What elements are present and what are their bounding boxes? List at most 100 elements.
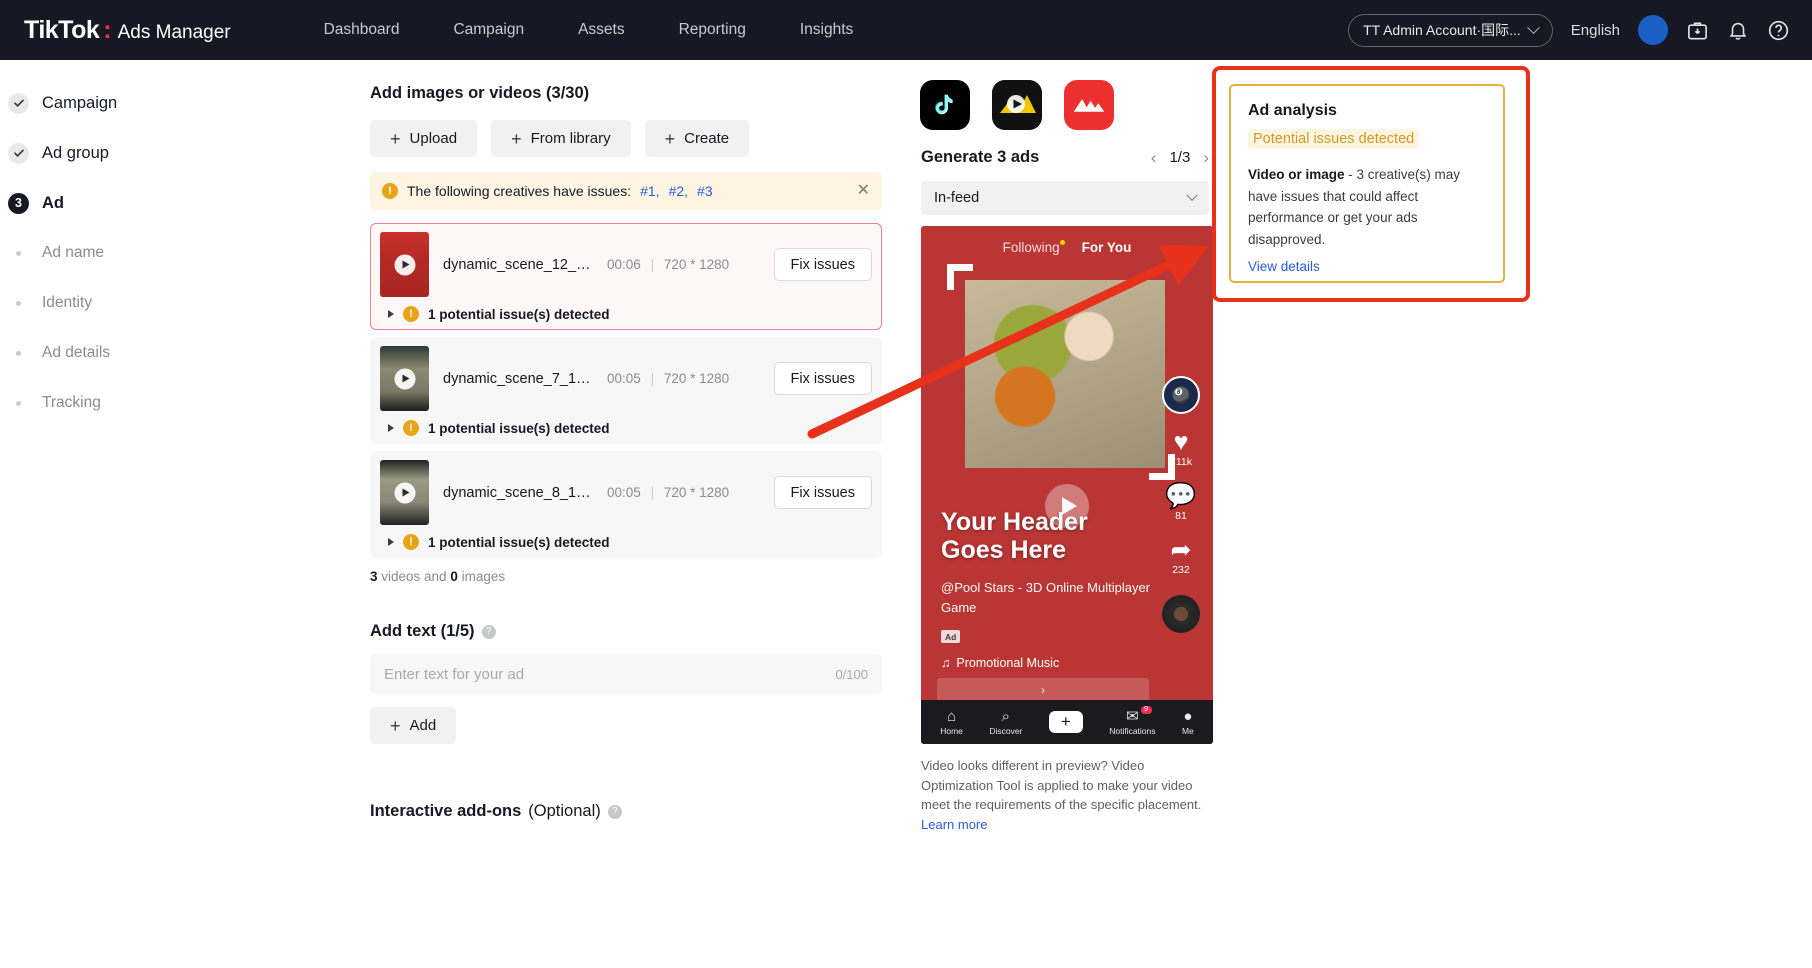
fix-issues-button[interactable]: Fix issues bbox=[773, 476, 872, 509]
tab-for-you[interactable]: For You bbox=[1082, 240, 1132, 255]
creative-row[interactable]: dynamic_scene_12_1_... 00:06 | 720 * 128… bbox=[370, 223, 882, 330]
help-icon[interactable] bbox=[1767, 19, 1790, 42]
issue-link-2[interactable]: #2, bbox=[669, 183, 688, 199]
wizard-sidebar: Campaign Ad group 3 Ad Ad name Identity … bbox=[0, 60, 225, 968]
generate-ads-row: Generate 3 ads ‹ 1/3 › bbox=[905, 148, 1225, 167]
help-icon[interactable]: ? bbox=[481, 624, 496, 639]
cta-button[interactable]: › bbox=[937, 678, 1149, 701]
sidebar-step-ad-group[interactable]: Ad group bbox=[0, 128, 225, 178]
bullet-icon bbox=[8, 400, 29, 406]
nav-home[interactable]: ⌂ Home bbox=[940, 709, 963, 736]
comment-control[interactable]: 💬 81 bbox=[1165, 484, 1196, 523]
nav-link-dashboard[interactable]: Dashboard bbox=[297, 21, 427, 39]
creative-thumbnail[interactable] bbox=[380, 232, 429, 297]
sidebar-item-ad-details[interactable]: Ad details bbox=[0, 328, 225, 378]
home-icon: ⌂ bbox=[947, 707, 957, 725]
chevron-right-icon[interactable] bbox=[388, 424, 394, 432]
avatar[interactable] bbox=[1638, 15, 1668, 45]
count-note-mid: videos and bbox=[377, 569, 451, 584]
from-library-button-label: From library bbox=[530, 130, 611, 147]
issue-link-3[interactable]: #3 bbox=[697, 183, 713, 199]
bell-icon[interactable] bbox=[1727, 19, 1749, 41]
share-count: 232 bbox=[1172, 564, 1190, 576]
play-icon bbox=[394, 254, 415, 275]
chevron-right-icon[interactable] bbox=[388, 538, 394, 546]
brand-logo[interactable]: TikTok: Ads Manager bbox=[24, 16, 231, 45]
fix-issues-button[interactable]: Fix issues bbox=[773, 248, 872, 281]
creative-dimensions: 720 * 1280 bbox=[663, 485, 730, 500]
video-editor-app-icon[interactable] bbox=[992, 80, 1042, 130]
count-note-end: images bbox=[457, 569, 506, 584]
sidebar-step-ad[interactable]: 3 Ad bbox=[0, 178, 225, 228]
sidebar-item-tracking[interactable]: Tracking bbox=[0, 378, 225, 428]
creative-issue-text: 1 potential issue(s) detected bbox=[428, 306, 610, 322]
ad-text-input[interactable] bbox=[384, 665, 836, 683]
plus-icon: + bbox=[511, 128, 522, 149]
account-selector[interactable]: TT Admin Account·国际... bbox=[1348, 13, 1553, 47]
nav-create[interactable]: + bbox=[1048, 711, 1083, 733]
preview-note-text: Video looks different in preview? Video … bbox=[921, 758, 1202, 812]
phone-feed-tabs: Following For You bbox=[921, 226, 1213, 255]
nav-notifications[interactable]: 9 ✉ Notifications bbox=[1109, 705, 1156, 736]
tab-following[interactable]: Following bbox=[1003, 240, 1065, 255]
creative-meta: 00:06 | 720 * 1280 bbox=[607, 257, 729, 272]
chevron-right-icon[interactable] bbox=[388, 310, 394, 318]
creative-thumbnail[interactable] bbox=[380, 346, 429, 411]
interactive-addons-optional: (Optional) bbox=[528, 802, 601, 820]
prev-page-button[interactable]: ‹ bbox=[1151, 149, 1157, 166]
language-selector[interactable]: English bbox=[1571, 22, 1620, 39]
engagement-rail: 🎱 ♥ 711k 💬 81 ➦ 232 bbox=[1157, 376, 1205, 633]
nav-link-campaign[interactable]: Campaign bbox=[426, 21, 551, 39]
profile-avatar[interactable]: 🎱 bbox=[1162, 376, 1200, 414]
fix-issues-button[interactable]: Fix issues bbox=[773, 362, 872, 395]
creative-dimensions: 720 * 1280 bbox=[663, 371, 730, 386]
creative-row[interactable]: dynamic_scene_7_1_A... 00:05 | 720 * 128… bbox=[370, 337, 882, 444]
creative-issue-text: 1 potential issue(s) detected bbox=[428, 420, 610, 436]
sidebar-step-campaign[interactable]: Campaign bbox=[0, 78, 225, 128]
nav-link-assets[interactable]: Assets bbox=[551, 21, 652, 39]
nav-discover[interactable]: ⌕ Discover bbox=[989, 709, 1022, 736]
help-icon[interactable]: ? bbox=[607, 804, 622, 819]
like-control[interactable]: ♥ 711k bbox=[1170, 430, 1192, 469]
sidebar-item-identity[interactable]: Identity bbox=[0, 278, 225, 328]
ad-creative-form: Add images or videos (3/30) + Upload + F… bbox=[225, 60, 905, 968]
check-icon bbox=[8, 92, 29, 114]
nav-link-insights[interactable]: Insights bbox=[773, 21, 880, 39]
ad-analysis-body: Video or image - 3 creative(s) may have … bbox=[1248, 164, 1486, 250]
create-button[interactable]: + Create bbox=[644, 120, 750, 157]
pangle-app-icon[interactable] bbox=[1064, 80, 1114, 130]
issue-link-1[interactable]: #1, bbox=[640, 183, 659, 199]
upload-button[interactable]: + Upload bbox=[370, 120, 478, 157]
music-row: ♫ Promotional Music bbox=[941, 656, 1059, 670]
status-badge: Potential issues detected bbox=[1248, 129, 1420, 149]
creative-name: dynamic_scene_7_1_A... bbox=[443, 370, 593, 387]
learn-more-link[interactable]: Learn more bbox=[921, 817, 987, 832]
notification-badge: 9 bbox=[1140, 705, 1152, 714]
sidebar-item-ad-name[interactable]: Ad name bbox=[0, 228, 225, 278]
creative-meta: 00:05 | 720 * 1280 bbox=[607, 371, 729, 386]
creative-row[interactable]: dynamic_scene_8_1_... 00:05 | 720 * 1280… bbox=[370, 451, 882, 558]
top-navigation-bar: TikTok: Ads Manager Dashboard Campaign A… bbox=[0, 0, 1812, 60]
meta-separator: | bbox=[650, 485, 655, 500]
tiktok-app-icon[interactable] bbox=[920, 80, 970, 130]
sidebar-sublabel-identity: Identity bbox=[42, 294, 92, 311]
creative-duration: 00:05 bbox=[607, 485, 641, 500]
close-icon[interactable]: ✕ bbox=[857, 183, 870, 199]
preview-pager: ‹ 1/3 › bbox=[1151, 149, 1209, 166]
share-control[interactable]: ➦ 232 bbox=[1171, 538, 1192, 577]
from-library-button[interactable]: + From library bbox=[491, 120, 631, 157]
creative-photo bbox=[965, 280, 1165, 468]
ad-preview-panel: Generate 3 ads ‹ 1/3 › In-feed Following… bbox=[905, 60, 1225, 968]
warning-icon: ! bbox=[403, 306, 419, 322]
brand-tiktok-text: TikTok bbox=[24, 15, 100, 44]
briefcase-icon[interactable] bbox=[1686, 19, 1709, 42]
placement-dropdown[interactable]: In-feed bbox=[921, 181, 1209, 215]
sidebar-step-label-ad-group: Ad group bbox=[42, 143, 109, 162]
nav-me[interactable]: ● Me bbox=[1182, 709, 1194, 736]
add-text-button[interactable]: + Add bbox=[370, 707, 457, 744]
creative-thumbnail[interactable] bbox=[380, 460, 429, 525]
creative-issue-text: 1 potential issue(s) detected bbox=[428, 534, 610, 550]
nav-link-reporting[interactable]: Reporting bbox=[652, 21, 773, 39]
next-page-button[interactable]: › bbox=[1203, 149, 1209, 166]
view-details-link[interactable]: View details bbox=[1248, 259, 1320, 274]
